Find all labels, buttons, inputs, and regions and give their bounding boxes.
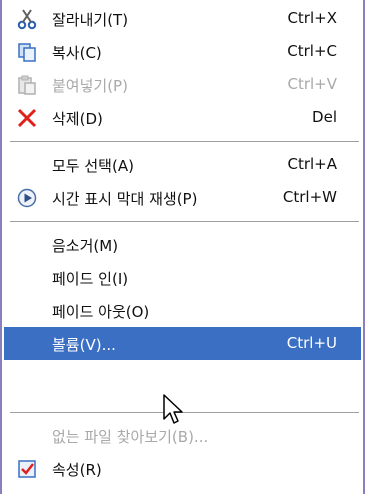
delete-x-icon <box>17 108 37 128</box>
menu-item-select-all[interactable]: 모두 선택(A) Ctrl+A <box>4 148 361 181</box>
menu-item-fade-in[interactable]: 페이드 인(I) <box>4 261 361 294</box>
menu-item-delete[interactable]: 삭제(D) Del <box>4 101 361 134</box>
properties-check-icon <box>18 460 36 478</box>
menu-item-label: 속성(R) <box>52 461 102 479</box>
menu-item-shortcut: Ctrl+A <box>287 155 337 173</box>
scissors-icon <box>17 9 37 30</box>
mouse-cursor-icon <box>163 394 183 424</box>
menu-item-shortcut: Ctrl+C <box>287 42 337 60</box>
menu-item-label: 붙여넣기(P) <box>52 77 128 95</box>
menu-item-mute[interactable]: 음소거(M) <box>4 228 361 261</box>
menu-item-shortcut: Ctrl+V <box>287 75 337 93</box>
menu-item-label: 삭제(D) <box>52 110 103 128</box>
copy-icon <box>18 43 36 62</box>
menu-item-label: 볼륨(V)... <box>52 336 116 354</box>
paste-icon <box>18 75 36 95</box>
menu-item-label: 페이드 인(I) <box>52 270 129 288</box>
menu-item-volume[interactable]: 볼륨(V)... Ctrl+U <box>4 327 361 360</box>
menu-item-copy[interactable]: 복사(C) Ctrl+C <box>4 35 361 68</box>
menu-item-label: 페이드 아웃(O) <box>52 303 150 321</box>
menu-item-label: 시간 표시 막대 재생(P) <box>52 190 198 208</box>
menu-item-label: 잘라내기(T) <box>52 11 129 29</box>
menu-item-play-timeline[interactable]: 시간 표시 막대 재생(P) Ctrl+W <box>4 181 361 214</box>
menu-item-cut[interactable]: 잘라내기(T) Ctrl+X <box>4 2 361 35</box>
menu-separator <box>10 141 359 143</box>
menu-item-label: 음소거(M) <box>52 237 119 255</box>
menu-item-shortcut: Ctrl+X <box>287 9 337 27</box>
menu-item-shortcut: Ctrl+W <box>282 188 337 206</box>
menu-item-label: 모두 선택(A) <box>52 157 134 175</box>
menu-item-shortcut: Ctrl+U <box>286 334 337 352</box>
menu-item-label: 복사(C) <box>52 44 102 62</box>
menu-item-properties[interactable]: 속성(R) <box>4 452 361 485</box>
menu-item-label: 없는 파일 찾아보기(B)... <box>52 428 209 446</box>
menu-item-shortcut: Del <box>312 108 337 126</box>
menu-item-paste[interactable]: 붙여넣기(P) Ctrl+V <box>4 68 361 101</box>
menu-separator <box>10 221 359 223</box>
play-circle-icon <box>17 188 37 208</box>
menu-item-fade-out[interactable]: 페이드 아웃(O) <box>4 294 361 327</box>
